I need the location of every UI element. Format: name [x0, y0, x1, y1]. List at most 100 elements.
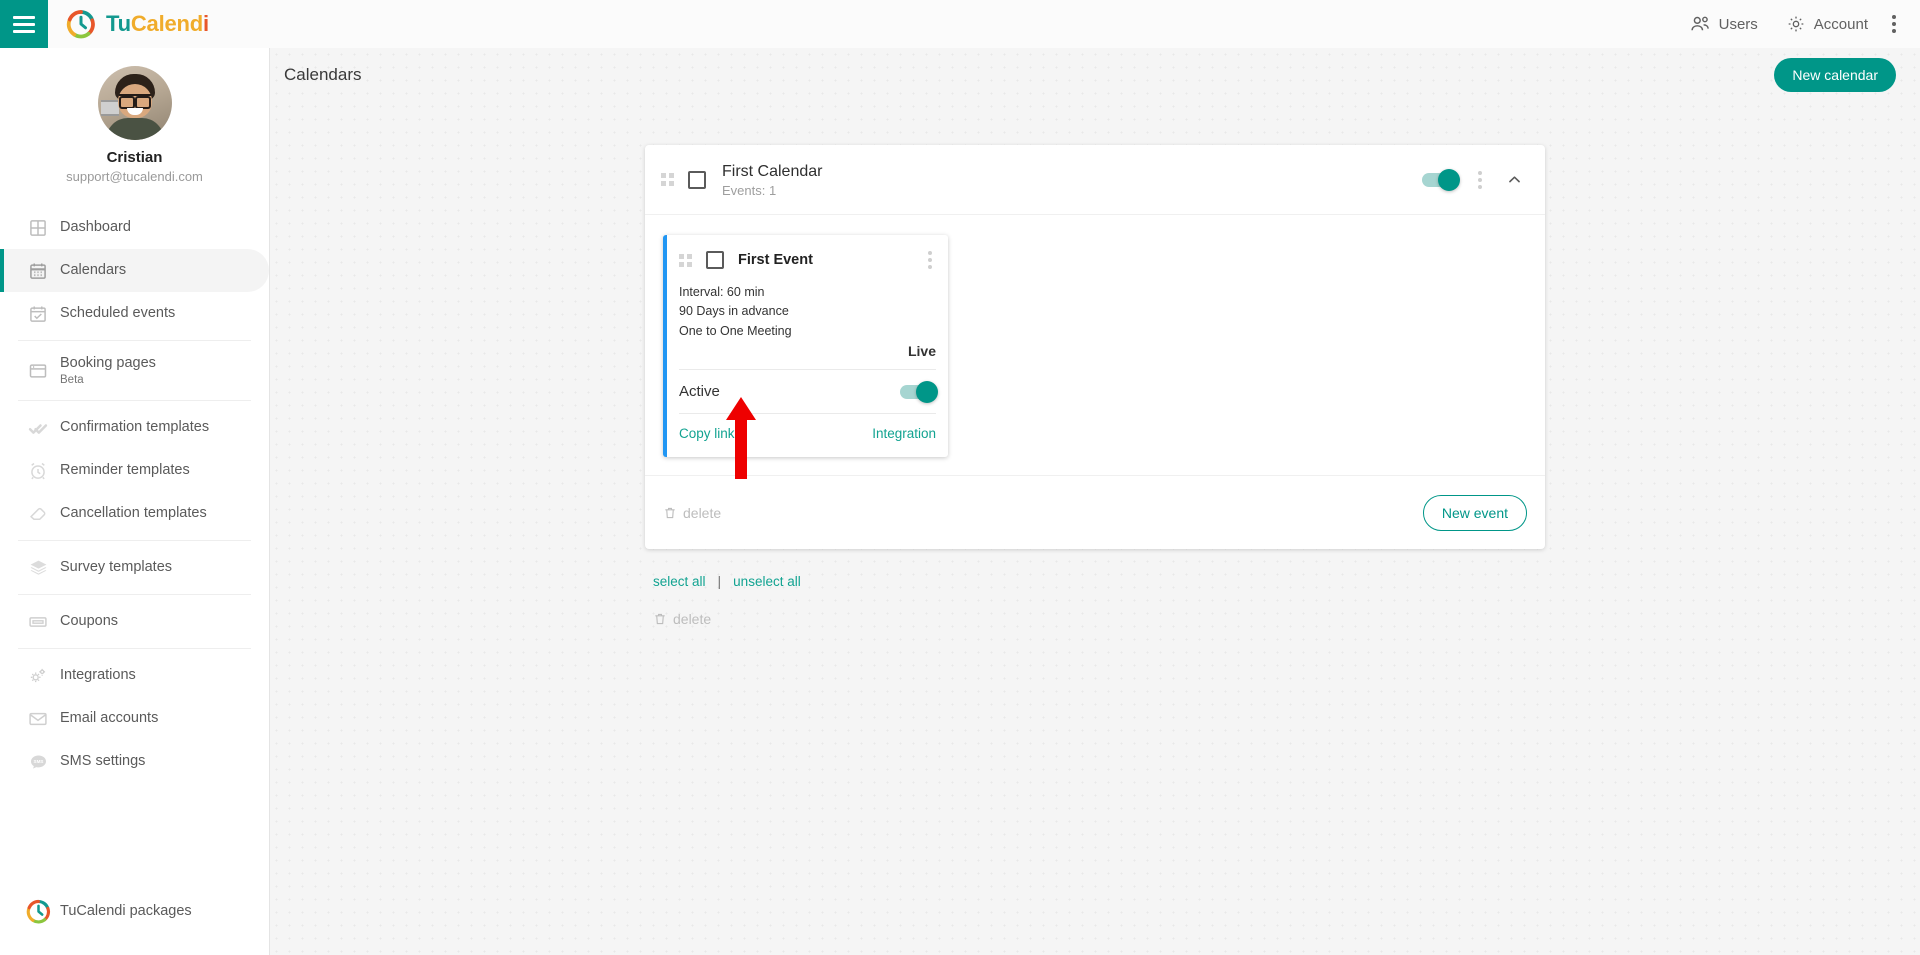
page-title: Calendars — [284, 64, 362, 84]
sidebar-nav: Dashboard Calendars Scheduled events Boo… — [0, 206, 269, 783]
sidebar-item-email-accounts[interactable]: Email accounts — [0, 697, 269, 740]
brand-text: TuCalendi — [106, 11, 209, 37]
sidebar-item-label: Coupons — [60, 612, 119, 629]
tucalendi-logo-icon — [16, 899, 60, 924]
event-checkbox[interactable] — [706, 251, 724, 269]
brand-text-part1: Tu — [106, 11, 131, 36]
toggle-knob — [1438, 168, 1460, 191]
event-active-label: Active — [679, 383, 720, 401]
new-event-button[interactable]: New event — [1422, 494, 1527, 531]
top-bar-actions: Users Account — [1675, 6, 1920, 42]
hamburger-icon[interactable] — [0, 0, 48, 48]
sidebar-divider — [18, 340, 251, 341]
avatar[interactable] — [97, 66, 172, 140]
top-bar: TuCalendi Users Account — [0, 0, 1920, 48]
avatar-detail — [105, 118, 164, 140]
event-active-toggle[interactable] — [900, 380, 938, 403]
hamburger-bar — [13, 15, 35, 19]
sidebar-item-integrations[interactable]: Integrations — [0, 654, 269, 697]
sidebar-item-label: Booking pages — [60, 354, 156, 371]
event-meta: Interval: 60 min 90 Days in advance One … — [667, 281, 948, 341]
unselect-all-button[interactable]: unselect all — [733, 574, 801, 589]
calendar-active-toggle[interactable] — [1422, 168, 1460, 191]
main-content: Calendars New calendar First Calendar Ev… — [270, 48, 1920, 955]
eraser-icon — [16, 504, 60, 524]
calendar-name: First Calendar — [722, 162, 823, 180]
avatar-detail — [118, 94, 151, 109]
profile-name: Cristian — [106, 149, 163, 166]
sidebar-item-reminder-templates[interactable]: Reminder templates — [0, 449, 269, 492]
calendar-events-count: Events: 1 — [722, 182, 777, 198]
vertical-dots-icon — [928, 265, 932, 269]
layers-icon — [16, 558, 60, 578]
gear-icon — [1788, 16, 1804, 32]
sidebar-item-coupons[interactable]: Coupons — [0, 600, 269, 643]
sidebar-item-label: Email accounts — [60, 709, 159, 726]
svg-text:SMS: SMS — [33, 758, 43, 763]
sidebar-divider — [18, 594, 251, 595]
calendar-delete-label: delete — [683, 504, 722, 521]
sidebar-item-label: Confirmation templates — [60, 418, 210, 435]
sidebar-divider — [18, 400, 251, 401]
account-button[interactable]: Account — [1772, 6, 1882, 42]
sidebar-item-label: Integrations — [60, 666, 136, 683]
select-all-button[interactable]: select all — [653, 574, 706, 589]
sidebar-item-label: Survey templates — [60, 558, 173, 575]
sidebar-item-confirmation-templates[interactable]: Confirmation templates — [0, 406, 269, 449]
sidebar-item-sublabel: Beta — [60, 374, 84, 387]
calendar-header-actions — [1422, 168, 1527, 191]
bulk-delete-label: delete — [673, 611, 712, 628]
tucalendi-logo-icon — [66, 10, 95, 39]
sidebar-item-label: TuCalendi packages — [60, 902, 192, 919]
sidebar-item-label: Dashboard — [60, 218, 131, 235]
calendar-overflow-menu-button[interactable] — [1474, 169, 1486, 191]
sidebar-item-survey-templates[interactable]: Survey templates — [0, 546, 269, 589]
sidebar-item-sms-settings[interactable]: SMS SMS settings — [0, 740, 269, 783]
alarm-clock-icon — [16, 461, 60, 481]
event-overflow-menu-button[interactable] — [924, 249, 936, 271]
drag-dot — [669, 173, 674, 178]
sidebar-item-label: Calendars — [60, 261, 127, 278]
bulk-delete-row: delete — [653, 611, 1545, 627]
drag-dots-icon[interactable] — [661, 173, 674, 186]
event-links-row: Copy link Integration — [667, 414, 948, 457]
sidebar-item-cancellation-templates[interactable]: Cancellation templates — [0, 492, 269, 535]
sidebar-item-booking-pages[interactable]: Booking pages Beta — [0, 346, 269, 395]
sidebar: Cristian support@tucalendi.com Dashboard… — [0, 48, 270, 955]
trash-icon — [655, 614, 665, 625]
event-meta-interval: Interval: 60 min — [679, 285, 765, 299]
copy-link-button[interactable]: Copy link — [679, 426, 735, 441]
avatar-detail — [100, 100, 119, 116]
bulk-delete-button[interactable]: delete — [653, 611, 1545, 627]
chevron-up-icon[interactable] — [1502, 169, 1527, 190]
sidebar-item-scheduled-events[interactable]: Scheduled events — [0, 292, 269, 335]
new-calendar-button[interactable]: New calendar — [1774, 57, 1896, 92]
calendar-card-body: First Event Interval: 60 min 90 Days in … — [645, 215, 1545, 458]
vertical-dots-icon — [1478, 184, 1482, 189]
envelope-icon — [16, 709, 60, 729]
event-meta-advance: 90 Days in advance — [679, 304, 789, 319]
sidebar-item-label: Scheduled events — [60, 304, 176, 321]
calendar-delete-button[interactable]: delete — [663, 505, 721, 521]
vertical-dots-icon — [1892, 22, 1896, 26]
gears-icon — [16, 666, 60, 686]
brand-logo-link[interactable]: TuCalendi — [66, 9, 209, 39]
sidebar-item-tucalendi-packages[interactable]: TuCalendi packages — [0, 890, 269, 933]
calendar-check-icon — [16, 304, 60, 324]
calendar-checkbox[interactable] — [688, 170, 706, 189]
users-button[interactable]: Users — [1675, 7, 1772, 41]
event-name: First Event — [738, 252, 813, 268]
event-card: First Event Interval: 60 min 90 Days in … — [663, 235, 948, 458]
sidebar-item-calendars[interactable]: Calendars — [0, 249, 269, 292]
drag-dots-icon[interactable] — [679, 253, 692, 267]
vertical-dots-icon — [928, 258, 932, 262]
vertical-dots-icon — [1892, 15, 1896, 19]
integration-link[interactable]: Integration — [872, 426, 936, 441]
sidebar-profile: Cristian support@tucalendi.com — [0, 48, 269, 196]
sidebar-item-dashboard[interactable]: Dashboard — [0, 206, 269, 249]
bulk-actions: select all | unselect all delete — [645, 573, 1545, 627]
hamburger-bar — [13, 22, 35, 26]
ticket-icon — [16, 612, 60, 632]
profile-email: support@tucalendi.com — [66, 169, 203, 184]
top-overflow-menu-button[interactable] — [1882, 7, 1910, 41]
